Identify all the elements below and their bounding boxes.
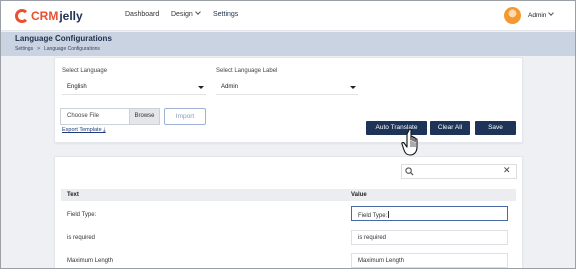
breadcrumb-current: Language Configurations (44, 46, 100, 52)
crmjetty-logo[interactable]: CRM jelly (15, 7, 83, 25)
table-row-value: Field Type: (358, 213, 388, 219)
caret-down-icon (198, 86, 204, 89)
search-input[interactable] (401, 164, 517, 179)
nav-settings-label: Settings (213, 11, 239, 18)
select-language-label: Select Language (62, 68, 108, 74)
page-title: Language Configurations (15, 34, 112, 43)
browse-button[interactable]: Browse (129, 109, 159, 124)
breadcrumb-settings[interactable]: Settings (15, 46, 33, 52)
hand-pointer-icon (401, 128, 418, 156)
nav-design-label: Design (171, 11, 193, 18)
nav-settings[interactable]: Settings (213, 11, 238, 18)
select-language-label-label: Select Language Label (216, 68, 278, 74)
caret-down-icon (350, 86, 356, 89)
select-language-label-value: Admin (221, 84, 239, 90)
save-button[interactable]: Save (475, 121, 516, 135)
logo-mark-icon (15, 9, 29, 23)
user-menu[interactable]: Admin (528, 10, 555, 19)
breadcrumb: Settings > Language Configurations (15, 46, 100, 52)
table-row-text: Maximum Length (67, 258, 114, 264)
chevron-down-icon (194, 9, 201, 15)
app-window: CRM jelly Dashboard Design Settings Admi… (0, 0, 576, 269)
search-icon (405, 167, 414, 176)
logo-text-crm: CRM (31, 9, 59, 23)
column-header-value: Value (351, 192, 367, 198)
import-button[interactable]: Import (164, 108, 206, 125)
chevron-down-icon (548, 10, 555, 16)
table-header (61, 189, 516, 201)
select-language-dropdown[interactable]: English (62, 81, 206, 95)
user-name: Admin (528, 12, 547, 19)
table-row-value: Maximum Length (358, 258, 405, 264)
clear-all-button[interactable]: Clear All (430, 121, 470, 135)
choose-file-text: Choose File (67, 113, 100, 119)
table-row-value: is required (358, 235, 387, 241)
nav-design[interactable]: Design (171, 9, 201, 18)
text-caret (388, 211, 390, 218)
select-language-value: English (67, 84, 87, 90)
top-navbar: CRM jelly Dashboard Design Settings Admi… (1, 1, 575, 31)
select-language-label-dropdown[interactable]: Admin (216, 81, 358, 95)
table-row-text: Field Type: (67, 212, 97, 218)
column-header-text: Text (67, 192, 79, 198)
nav-dashboard-label: Dashboard (125, 11, 160, 18)
table-row-value-input[interactable]: Maximum Length (351, 253, 508, 268)
nav-dashboard[interactable]: Dashboard (125, 11, 159, 18)
close-icon[interactable]: ✕ (503, 166, 511, 175)
file-input[interactable]: Choose File Browse (60, 108, 160, 125)
export-template-link[interactable]: Export Template ⤓ (62, 127, 106, 134)
table-row-value-input[interactable]: is required (351, 230, 508, 245)
user-avatar[interactable] (504, 7, 521, 24)
logo-text-jelly: jelly (59, 9, 83, 23)
table-row-value-input[interactable]: Field Type: (351, 206, 508, 221)
table-row-text: is required (67, 235, 96, 241)
breadcrumb-separator: > (37, 46, 40, 52)
